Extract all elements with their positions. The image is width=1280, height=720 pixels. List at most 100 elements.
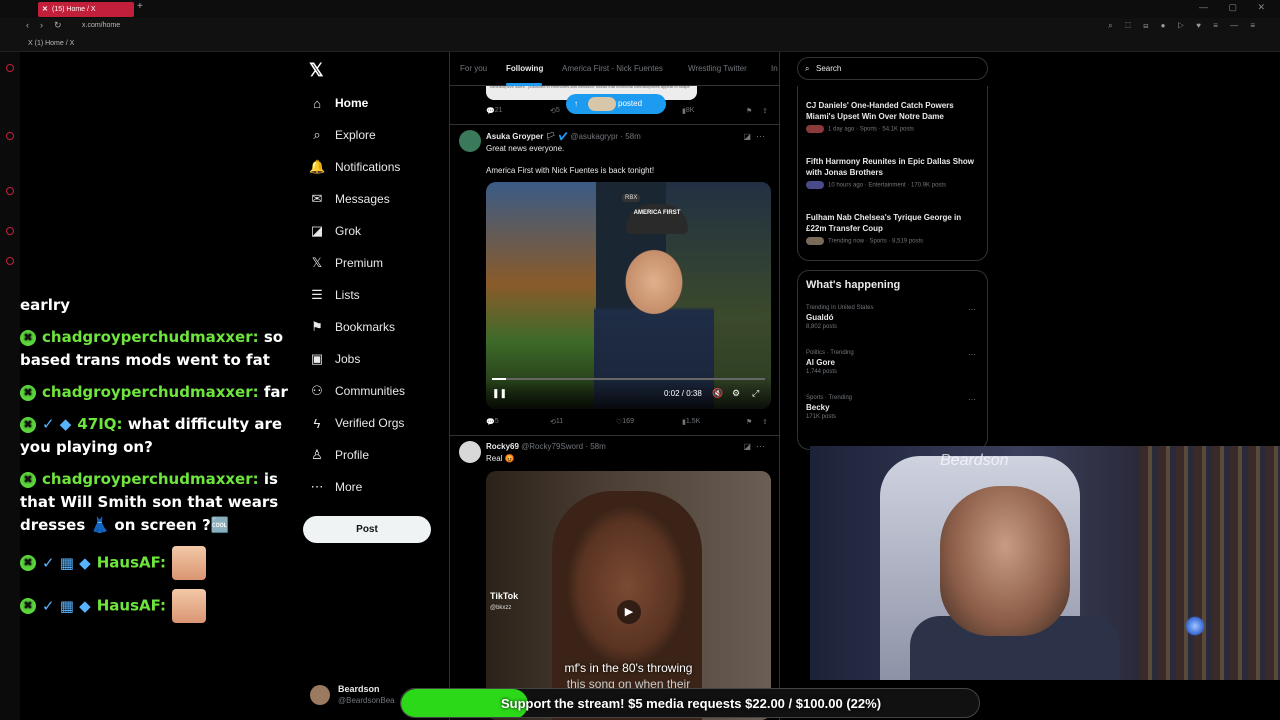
more-icon[interactable]: ⋯ [968,395,976,404]
tab-overflow[interactable]: In [771,64,778,73]
nav-grok[interactable]: ◪ Grok [309,220,361,242]
x-logo-icon[interactable]: 𝕏 [309,60,324,81]
repost-button[interactable]: ⟲ 11 [550,418,563,426]
news-item[interactable]: CJ Daniels' One-Handed Catch Powers Miam… [806,100,982,133]
avatar[interactable] [459,130,481,152]
more-icon[interactable]: ⋯ [756,441,765,452]
forward-button[interactable]: › [40,20,43,30]
tweet-author[interactable]: Rocky69 [486,442,519,451]
more-icon[interactable]: ⋯ [968,305,976,314]
chat-username[interactable]: chadgroyperchudmaxxer: [42,470,259,488]
chat-message: ✖ chadgroyperchudmaxxer: far [20,381,290,404]
tweet-video[interactable]: AMERICA FIRST RBX ❚❚ 0:02 / 0:38 🔇 ⚙ ⤢ [486,182,771,409]
news-item[interactable]: Fulham Nab Chelsea's Tyrique George in £… [806,212,982,245]
bookmark-icon[interactable]: ⚑ [746,107,752,115]
grok-icon[interactable]: ◪ [743,442,751,451]
pause-icon[interactable]: ❚❚ [492,388,507,399]
trend-name: Becky [806,403,830,412]
grok-icon[interactable]: ◪ [743,132,751,141]
trend-posts: 1,744 posts [806,369,838,375]
signature-logo: Beardson [940,452,1009,469]
tweet-handle[interactable]: @asukagrypr [570,132,618,141]
trend-item[interactable]: Trending in United States Gualdó 8,802 p… [806,305,982,330]
tab-title: (15) Home / X [52,6,96,13]
back-button[interactable]: ‹ [26,20,29,30]
briefcase-icon: ▣ [310,351,324,366]
rail-item-icon[interactable] [6,187,14,195]
divider [450,124,779,125]
like-button[interactable]: ♡ 169 [616,418,634,426]
chat-username[interactable]: HausAF: [97,554,166,572]
window-controls[interactable]: — ▢ ✕ [1199,2,1274,13]
avatar [806,237,824,245]
chat-username[interactable]: chadgroyperchudmaxxer: [42,328,259,346]
tweet-author[interactable]: Asuka Groyper [486,132,543,141]
tweet-time[interactable]: 58m [590,442,606,451]
nav-explore[interactable]: ⌕ Explore [309,124,376,146]
timeline-tabs: For you Following America First - Nick F… [450,52,779,86]
settings-icon[interactable]: ⚙ [732,388,740,399]
tweet-header: Asuka Groyper 🏳 ✔ @asukagrypr · 58m [486,132,641,141]
browser-toolbar-icons[interactable]: ⌕ ⬚ ⊟ ● ▷ ♥ ≡ — ≡ [1108,21,1260,31]
chat-message: ✖ ✓ ▦ ◆ HausAF: [20,589,290,623]
video-progress-bar[interactable] [492,378,765,380]
share-icon[interactable]: ⇪ [762,107,768,115]
nav-premium[interactable]: 𝕏 Premium [309,252,383,274]
fullscreen-icon[interactable]: ⤢ [752,388,759,399]
nav-home[interactable]: ⌂ Home [309,92,368,114]
nav-profile[interactable]: ♙ Profile [309,444,369,466]
nav-label: Explore [335,128,376,142]
avatar[interactable] [459,441,481,463]
rail-item-icon[interactable] [6,257,14,265]
trend-item[interactable]: Sports · Trending Becky 171K posts ⋯ [806,395,982,420]
views-button[interactable]: ▮ 1.5K [682,418,700,426]
play-icon[interactable]: ▶ [617,600,641,624]
more-icon[interactable]: ⋯ [968,350,976,359]
tab-for-you[interactable]: For you [460,64,487,73]
chat-username[interactable]: chadgroyperchudmaxxer: [42,383,259,401]
tweet-video[interactable]: TikTok @bkxzz ▶ mf's in the 80's throwin… [486,471,771,720]
chat-username[interactable]: 47IQ: [77,415,122,433]
tab-wrestling-twitter[interactable]: Wrestling Twitter [688,64,747,73]
tweet-text: Great news everyone. [486,144,565,153]
bookmark-icon[interactable]: ⚑ [746,418,752,426]
post-button[interactable]: Post [303,516,431,543]
news-title: Fulham Nab Chelsea's Tyrique George in £… [806,213,962,233]
whats-happening-panel: What's happening Trending in United Stat… [797,270,988,450]
chat-username[interactable]: HausAF: [97,597,166,615]
nav-bookmarks[interactable]: ⚑ Bookmarks [309,316,395,338]
reply-button[interactable]: 💬 21 [486,107,503,115]
search-input[interactable]: ⌕ Search [797,57,988,80]
verified-icon: ✔ [557,132,569,141]
nav-messages[interactable]: ✉ Messages [309,188,390,210]
tweet-handle[interactable]: @Rocky79Sword [521,442,583,451]
tab-america-first[interactable]: America First - Nick Fuentes [562,64,663,73]
browser-tab[interactable]: ✕ (15) Home / X [38,2,134,17]
rail-item-icon[interactable] [6,227,14,235]
tab-following[interactable]: Following [506,64,543,73]
rail-item-icon[interactable] [6,132,14,140]
repost-button[interactable]: ⟲ 5 [550,107,560,115]
mute-icon[interactable]: 🔇 [712,388,723,399]
tweet-time[interactable]: 58m [625,132,641,141]
new-tab-button[interactable]: + [137,1,143,12]
nav-notifications[interactable]: 🔔 Notifications [309,156,400,178]
url-field[interactable]: x.com/home [82,22,120,29]
nav-lists[interactable]: ☰ Lists [309,284,360,306]
news-item[interactable]: Fifth Harmony Reunites in Epic Dallas Sh… [806,156,982,189]
views-count: 1.5K [685,418,701,425]
x-premium-icon: 𝕏 [311,255,323,270]
reload-button[interactable]: ↻ [54,20,62,31]
views-button[interactable]: ▮ 8K [682,107,694,115]
share-icon[interactable]: ⇪ [762,418,768,426]
more-icon[interactable]: ⋯ [756,131,765,142]
nav-verified-orgs[interactable]: ϟ Verified Orgs [309,412,405,434]
nav-jobs[interactable]: ▣ Jobs [309,348,361,370]
trend-item[interactable]: Politics · Trending Al Gore 1,744 posts … [806,350,982,375]
grok-icon: ◪ [310,223,324,238]
reply-button[interactable]: 💬 5 [486,418,499,426]
nav-communities[interactable]: ⚇ Communities [309,380,405,402]
nav-more[interactable]: ⋯ More [309,476,363,498]
news-meta-text: 1 day ago · Sports · 54.1K posts [828,126,915,133]
rail-item-icon[interactable] [6,64,14,72]
